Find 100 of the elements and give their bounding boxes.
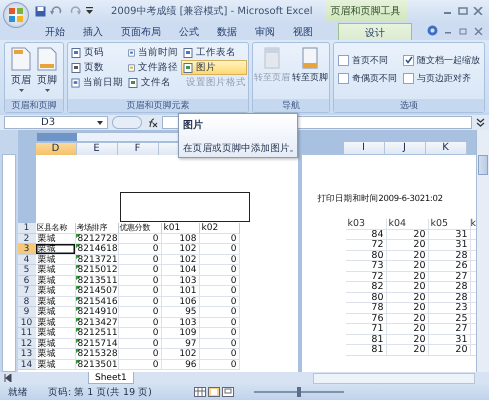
- table-cell: 0: [200, 244, 240, 254]
- table-cell: 0: [118, 360, 162, 370]
- header-text: 打印日期和时间2009-6-3021:02: [318, 193, 444, 205]
- table-cell: 8214618: [76, 244, 119, 254]
- table-cell: 优惠分数: [118, 223, 162, 234]
- table-cell: 20: [386, 292, 429, 303]
- table-cell: 80: [346, 250, 387, 261]
- table-cell: 0: [118, 338, 162, 349]
- table-cell: 20: [386, 282, 429, 292]
- table-cell: 栗城: [36, 254, 76, 265]
- table-cell: 栗城: [36, 360, 76, 370]
- table-cell: 栗城: [36, 318, 76, 328]
- table-cell: 20: [386, 240, 429, 250]
- table-cell: 8213511: [76, 276, 119, 286]
- table-cell: 20: [386, 334, 429, 345]
- table-cell: 0: [118, 328, 162, 338]
- table-cell: 0: [118, 254, 162, 265]
- table-cell: 20: [386, 250, 429, 261]
- table-cell: 71: [346, 324, 387, 334]
- table-cell: 101: [162, 286, 200, 296]
- table-cell: 76: [346, 314, 387, 324]
- table-cell: 72: [346, 240, 387, 250]
- table-cell: 20: [386, 230, 429, 240]
- table-cell: 20: [386, 345, 429, 356]
- contextual-tab-label: 页眉和页脚工具: [324, 0, 407, 22]
- table-cell: 106: [162, 296, 200, 307]
- table-cell: 0: [200, 296, 240, 307]
- table-cell: 0: [200, 276, 240, 286]
- table-cell: 108: [162, 234, 200, 244]
- table-cell: 27: [428, 324, 471, 334]
- table-cell: 72: [346, 272, 387, 282]
- table-cell: 95: [162, 307, 200, 318]
- status-text: 就绪: [8, 386, 28, 398]
- table-cell: 81: [346, 334, 387, 345]
- table-cell: 栗城: [36, 234, 76, 244]
- window-title: 2009中考成绩 [兼容模式] - Microsoft Excel: [111, 4, 313, 18]
- table-cell: k03: [346, 219, 387, 230]
- page-count-text: 页码: 第 1 页(共 19 页): [48, 386, 152, 398]
- table-cell: k01: [162, 223, 200, 234]
- group-label: 页眉和页脚元素: [68, 99, 248, 112]
- table-cell: 8212728: [76, 234, 119, 244]
- table-cell: 78: [346, 303, 387, 314]
- table-cell: 20: [386, 272, 429, 282]
- table-cell: 104: [162, 265, 200, 276]
- table-cell: 25: [428, 314, 471, 324]
- table-cell: 栗城: [36, 349, 76, 360]
- table-cell: 0: [118, 349, 162, 360]
- table-cell: 102: [162, 254, 200, 265]
- table-cell: k05: [428, 219, 471, 230]
- table-cell: 73: [346, 261, 387, 272]
- table-cell: 28: [428, 292, 471, 303]
- table-cell: 0: [200, 328, 240, 338]
- table-cell: 0: [200, 338, 240, 349]
- table-cell: 31: [428, 334, 471, 345]
- table-cell: 0: [200, 349, 240, 360]
- table-cell: 0: [118, 265, 162, 276]
- table-cell: 0: [118, 307, 162, 318]
- table-cell: 26: [428, 261, 471, 272]
- table-cell: 97: [162, 338, 200, 349]
- table-cell: 栗城: [36, 296, 76, 307]
- table-cell: 28: [428, 250, 471, 261]
- table-cell: 0: [200, 307, 240, 318]
- table-cell: 区县名称: [36, 223, 76, 234]
- group-label: 导航: [253, 99, 329, 112]
- table-cell: 0: [118, 318, 162, 328]
- table-cell: 27: [428, 272, 471, 282]
- table-cell: 0: [118, 276, 162, 286]
- table-cell: 栗城: [36, 265, 76, 276]
- table-cell: 103: [162, 276, 200, 286]
- table-cell: 102: [162, 349, 200, 360]
- table-cell: 8214910: [76, 307, 119, 318]
- table-cell: 81: [346, 345, 387, 356]
- table-cell: 23: [428, 303, 471, 314]
- table-cell: 103: [162, 318, 200, 328]
- table-cell: 8213427: [76, 318, 119, 328]
- table-cell: 0: [200, 360, 240, 370]
- table-cell: k02: [200, 223, 240, 234]
- table-cell: 0: [200, 265, 240, 276]
- tooltip-title: 图片: [183, 118, 204, 132]
- table-cell: 栗城: [36, 286, 76, 296]
- table-cell: 20: [386, 261, 429, 272]
- table-cell: k04: [386, 219, 429, 230]
- table-cell: 109: [162, 328, 200, 338]
- table-cell: 0: [118, 286, 162, 296]
- table-cell: 20: [428, 345, 471, 356]
- table-cell: 80: [346, 292, 387, 303]
- table-cell: 8214507: [76, 286, 119, 296]
- table-cell: 84: [346, 230, 387, 240]
- table-cell: 0: [200, 286, 240, 296]
- table-cell: 栗城: [36, 307, 76, 318]
- table-cell: 0: [200, 318, 240, 328]
- table-cell: 20: [386, 314, 429, 324]
- table-cell: 8215012: [76, 265, 119, 276]
- table-cell: 82: [346, 282, 387, 292]
- table-cell: 8215714: [76, 338, 119, 349]
- table-cell: 20: [386, 303, 429, 314]
- table-cell: 栗城: [36, 328, 76, 338]
- table-cell: 考场排序: [76, 223, 119, 234]
- group-label: 页眉和页脚: [5, 99, 63, 112]
- table-cell: 栗城: [36, 338, 76, 349]
